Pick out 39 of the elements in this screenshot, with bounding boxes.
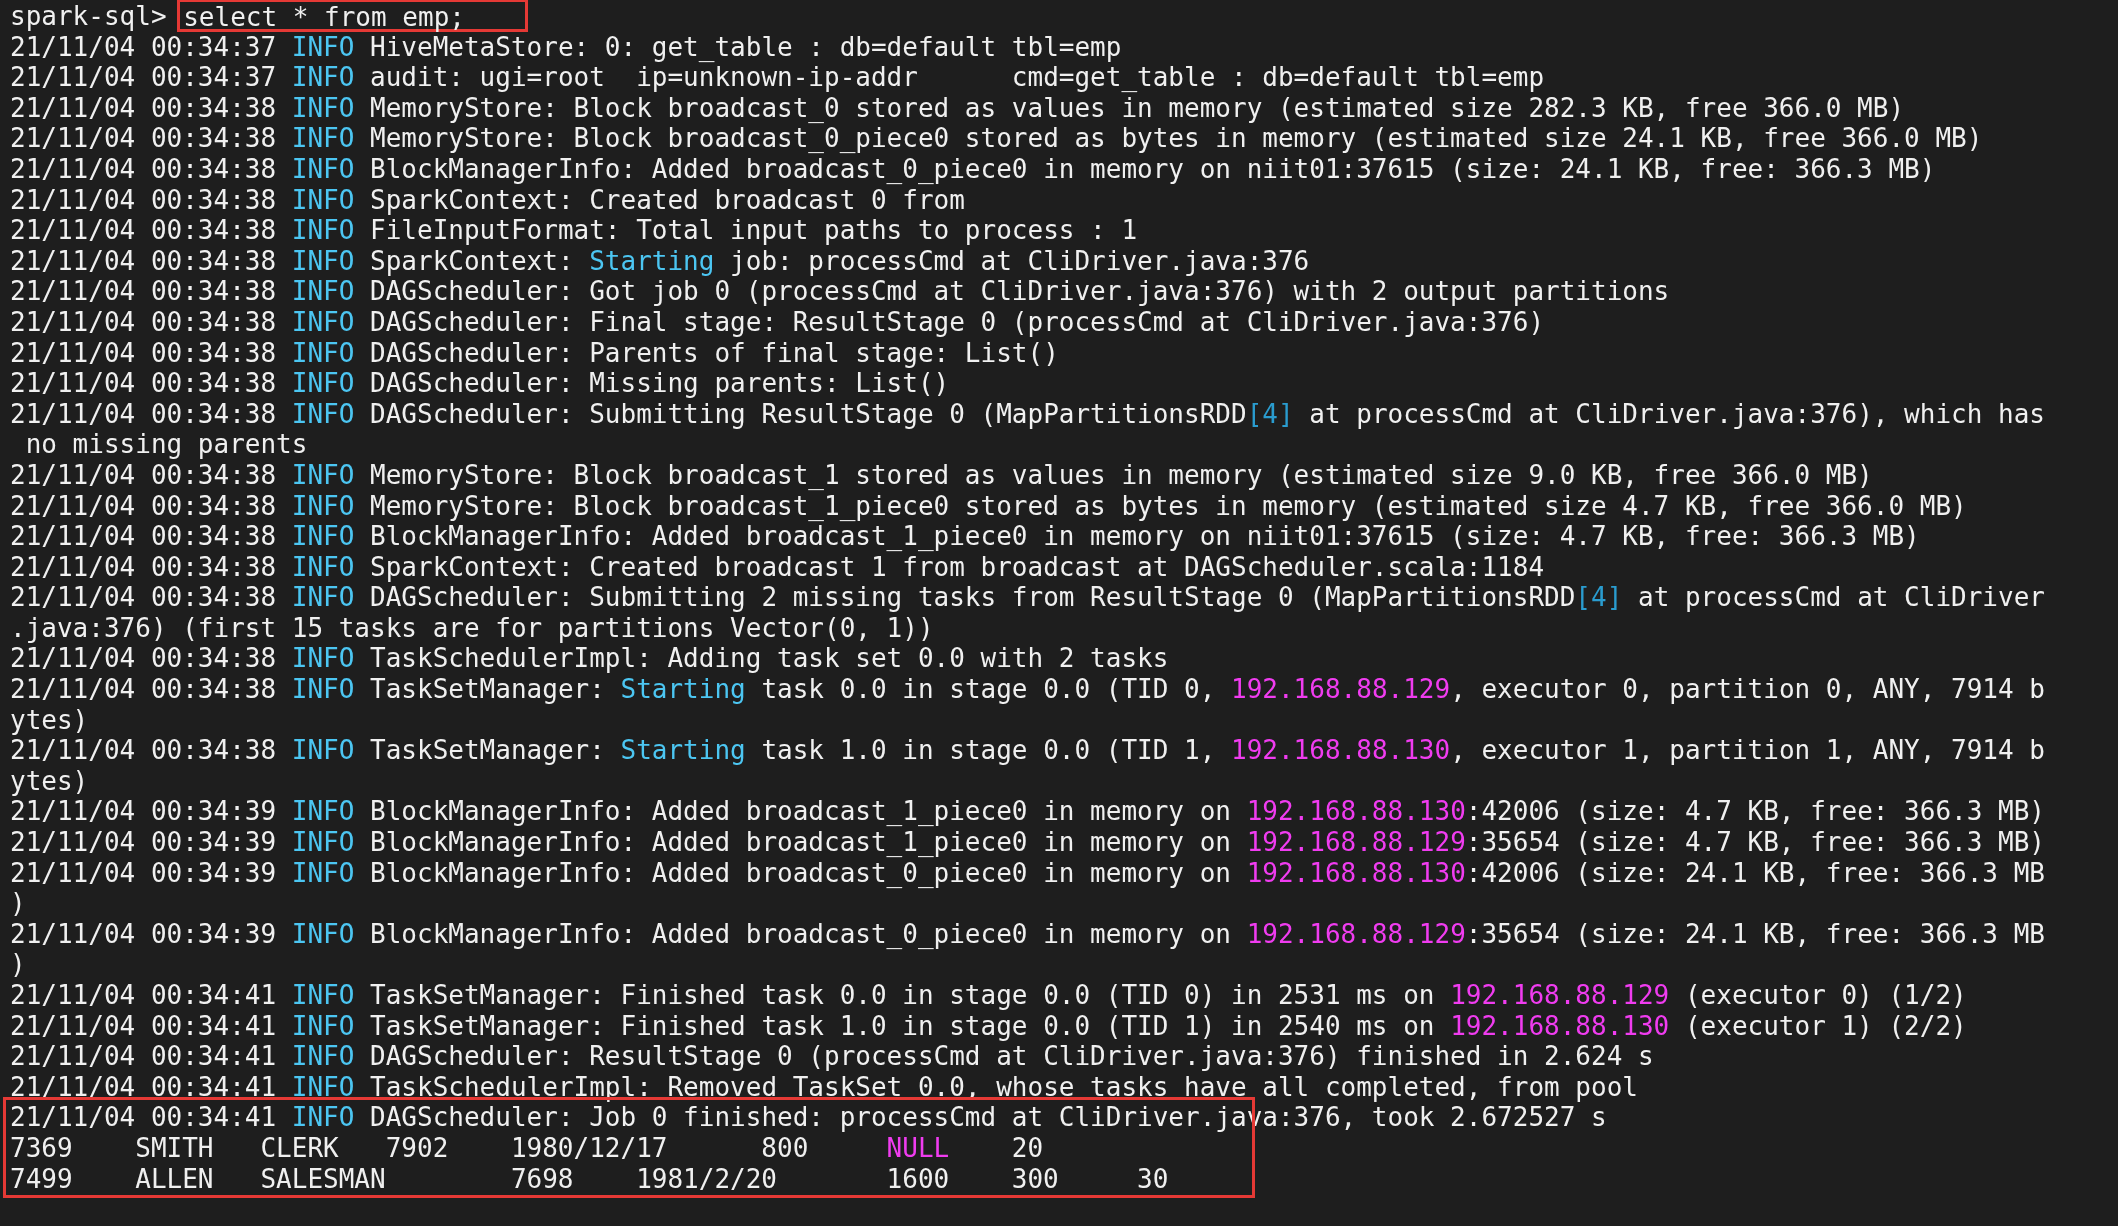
log-line: 21/11/04 00:34:38 INFO MemoryStore: Block broadcast_1 stored as values in memory (estimated size 9.0 KB, free 366.0 MB) — [10, 459, 1873, 491]
log-line: 21/11/04 00:34:41 INFO TaskSetManager: Finished task 0.0 in stage 0.0 (TID 0) in 2531 ms on 192.168.88.129 (executor 0) (1/2) — [10, 980, 1967, 1011]
log-line: 21/11/04 00:34:41 INFO TaskSetManager: Finished task 1.0 in stage 0.0 (TID 1) in 2540 ms on 192.168.88.130 (executor 1) (2/2) — [10, 1010, 1967, 1042]
log-line: 21/11/04 00:34:39 INFO BlockManagerInfo: Added broadcast_1_piece0 in memory on 192.168.88.130:42006 (size: 4.7 KB, free: 366.3 MB) — [10, 796, 2045, 828]
log-line: 21/11/04 00:34:38 INFO MemoryStore: Block broadcast_1_piece0 stored as bytes in memory (estimated size 4.7 KB, free 366.0 MB) — [10, 490, 1967, 522]
log-line: 21/11/04 00:34:38 INFO DAGScheduler: Parents of final stage: List() — [10, 337, 1059, 369]
log-line: 21/11/04 00:34:39 INFO BlockManagerInfo: Added broadcast_1_piece0 in memory on 192.168.88.129:35654 (size: 4.7 KB, free: 366.3 MB) — [10, 827, 2045, 858]
log-line: 21/11/04 00:34:38 INFO SparkContext: Created broadcast 0 from — [10, 184, 965, 216]
log-line: 21/11/04 00:34:38 INFO DAGScheduler: Submitting ResultStage 0 (MapPartitionsRDD[4] at processCmd at CliDriver.java:376), which has — [10, 398, 2045, 430]
log-line: 21/11/04 00:34:38 INFO DAGScheduler: Got job 0 (processCmd at CliDriver.java:376) with 2 output partitions — [10, 276, 1670, 307]
log-line: 21/11/04 00:34:38 INFO BlockManagerInfo: Added broadcast_0_piece0 in memory on niit01:37615 (size: 24.1 KB, free: 366.3 MB) — [10, 153, 1936, 185]
result-row: 7499 ALLEN SALESMAN 7698 1981/2/20 1600 300 30 — [10, 1163, 1169, 1195]
log-line: .java:376) (first 15 tasks are for partitions Vector(0, 1)) — [10, 612, 934, 644]
result-row: 7369 SMITH CLERK 7902 1980/12/17 800 NULL 20 — [10, 1132, 1044, 1164]
log-line: no missing parents — [24, 429, 308, 460]
log-line: 21/11/04 00:34:38 INFO TaskSchedulerImpl: Adding task set 0.0 with 2 tasks — [10, 643, 1169, 675]
log-line: 21/11/04 00:34:37 INFO HiveMetaStore: 0: get_table : db=default tbl=emp — [10, 31, 1122, 63]
log-line: 21/11/04 00:34:39 INFO BlockManagerInfo: Added broadcast_0_piece0 in memory on 192.168.88.130:42006 (size: 24.1 KB, free: 366.3 MB — [10, 857, 2045, 889]
log-line: 21/11/04 00:34:38 INFO TaskSetManager: Starting task 0.0 in stage 0.0 (TID 0, 192.168.88.129, executor 0, partition 0, ANY, 7914 b — [10, 674, 2045, 705]
log-line: 21/11/04 00:34:37 INFO audit: ugi=root ip=unknown-ip-addr cmd=get_table : db=default tbl=emp — [10, 62, 1545, 93]
shell-prompt: spark-sql> — [10, 1, 168, 32]
log-line: 21/11/04 00:34:38 INFO MemoryStore: Block broadcast_0 stored as values in memory (estimated size 282.3 KB, free 366.0 MB) — [10, 92, 1905, 124]
log-line: 21/11/04 00:34:38 INFO DAGScheduler: Final stage: ResultStage 0 (processCmd at CliDriver.java:376) — [10, 306, 1545, 338]
log-line: ytes) — [10, 704, 89, 736]
log-line: 21/11/04 00:34:38 INFO SparkContext: Created broadcast 1 from broadcast at DAGScheduler.scala:1184 — [10, 551, 1545, 583]
log-line: ytes) — [10, 765, 89, 797]
log-line: 21/11/04 00:34:38 INFO DAGScheduler: Submitting 2 missing tasks from ResultStage 0 (MapPartitionsRDD[4] at processCmd at CliDriver — [10, 582, 2045, 613]
highlighted-command: select * from emp; — [177, 0, 528, 32]
log-line: 21/11/04 00:34:38 INFO SparkContext: Starting job: processCmd at CliDriver.java:376 — [10, 245, 1310, 277]
log-line: 21/11/04 00:34:38 INFO BlockManagerInfo: Added broadcast_1_piece0 in memory on niit01:37615 (size: 4.7 KB, free: 366.3 MB) — [10, 521, 1920, 552]
log-line: 21/11/04 00:34:38 INFO FileInputFormat: Total input paths to process : 1 — [10, 215, 1138, 246]
log-line: 21/11/04 00:34:38 INFO TaskSetManager: Starting task 1.0 in stage 0.0 (TID 1, 192.168.88.130, executor 1, partition 1, ANY, 7914 b — [10, 735, 2045, 766]
log-line: 21/11/04 00:34:39 INFO BlockManagerInfo: Added broadcast_0_piece0 in memory on 192.168.88.129:35654 (size: 24.1 KB, free: 366.3 MB — [10, 918, 2045, 950]
log-line: 21/11/04 00:34:38 INFO DAGScheduler: Missing parents: List() — [10, 368, 950, 399]
log-line: ) — [10, 888, 26, 919]
log-line: 21/11/04 00:34:38 INFO MemoryStore: Block broadcast_0_piece0 stored as bytes in memory (estimated size 24.1 KB, free 366.0 MB) — [10, 123, 1983, 154]
log-line: 21/11/04 00:34:41 INFO TaskSchedulerImpl: Removed TaskSet 0.0, whose tasks have all completed, from pool — [10, 1071, 1638, 1103]
log-line: ) — [10, 949, 26, 980]
log-line: 21/11/04 00:34:41 INFO DAGScheduler: ResultStage 0 (processCmd at CliDriver.java:376) finished in 2.624 s — [10, 1041, 1654, 1072]
